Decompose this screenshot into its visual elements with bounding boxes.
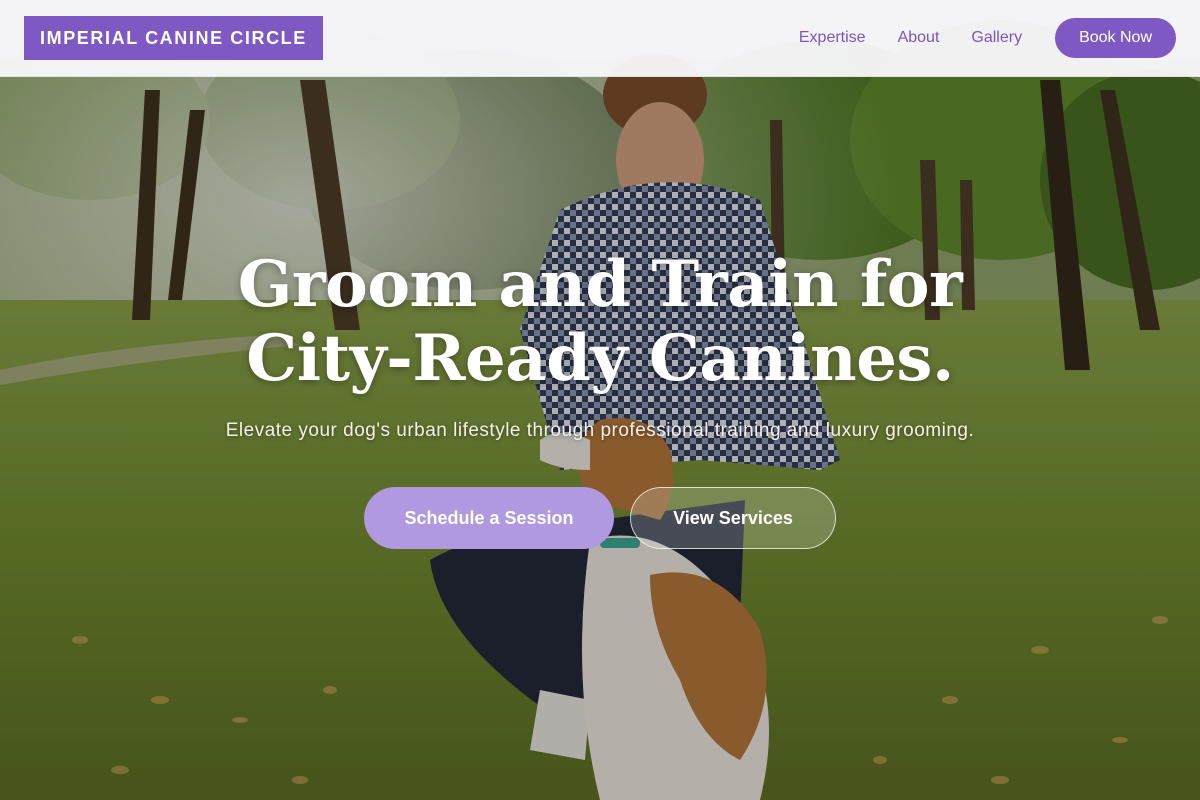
hero-subheadline: Elevate your dog's urban lifestyle throu… <box>225 420 975 441</box>
hero-headline: Groom and Train for City-Ready Canines. <box>0 248 1200 396</box>
brand-logo-text: IMPERIAL CANINE CIRCLE <box>40 27 307 48</box>
schedule-session-button[interactable]: Schedule a Session <box>364 487 614 549</box>
hero-headline-line2: City-Ready Canines. <box>246 321 954 396</box>
hero-content: Groom and Train for City-Ready Canines. … <box>0 248 1200 442</box>
brand-logo[interactable]: IMPERIAL CANINE CIRCLE <box>24 16 323 60</box>
hero-headline-line1: Groom and Train for <box>237 247 963 322</box>
book-now-button[interactable]: Book Now <box>1055 18 1176 58</box>
view-services-button[interactable]: View Services <box>630 487 836 549</box>
nav-link-about[interactable]: About <box>898 29 940 47</box>
hero-cta-group: Schedule a Session View Services <box>0 487 1200 549</box>
nav-link-expertise[interactable]: Expertise <box>799 29 866 47</box>
nav-link-gallery[interactable]: Gallery <box>971 29 1022 47</box>
site-header: IMPERIAL CANINE CIRCLE Expertise About G… <box>0 0 1200 77</box>
main-nav: Expertise About Gallery Book Now <box>767 18 1176 58</box>
